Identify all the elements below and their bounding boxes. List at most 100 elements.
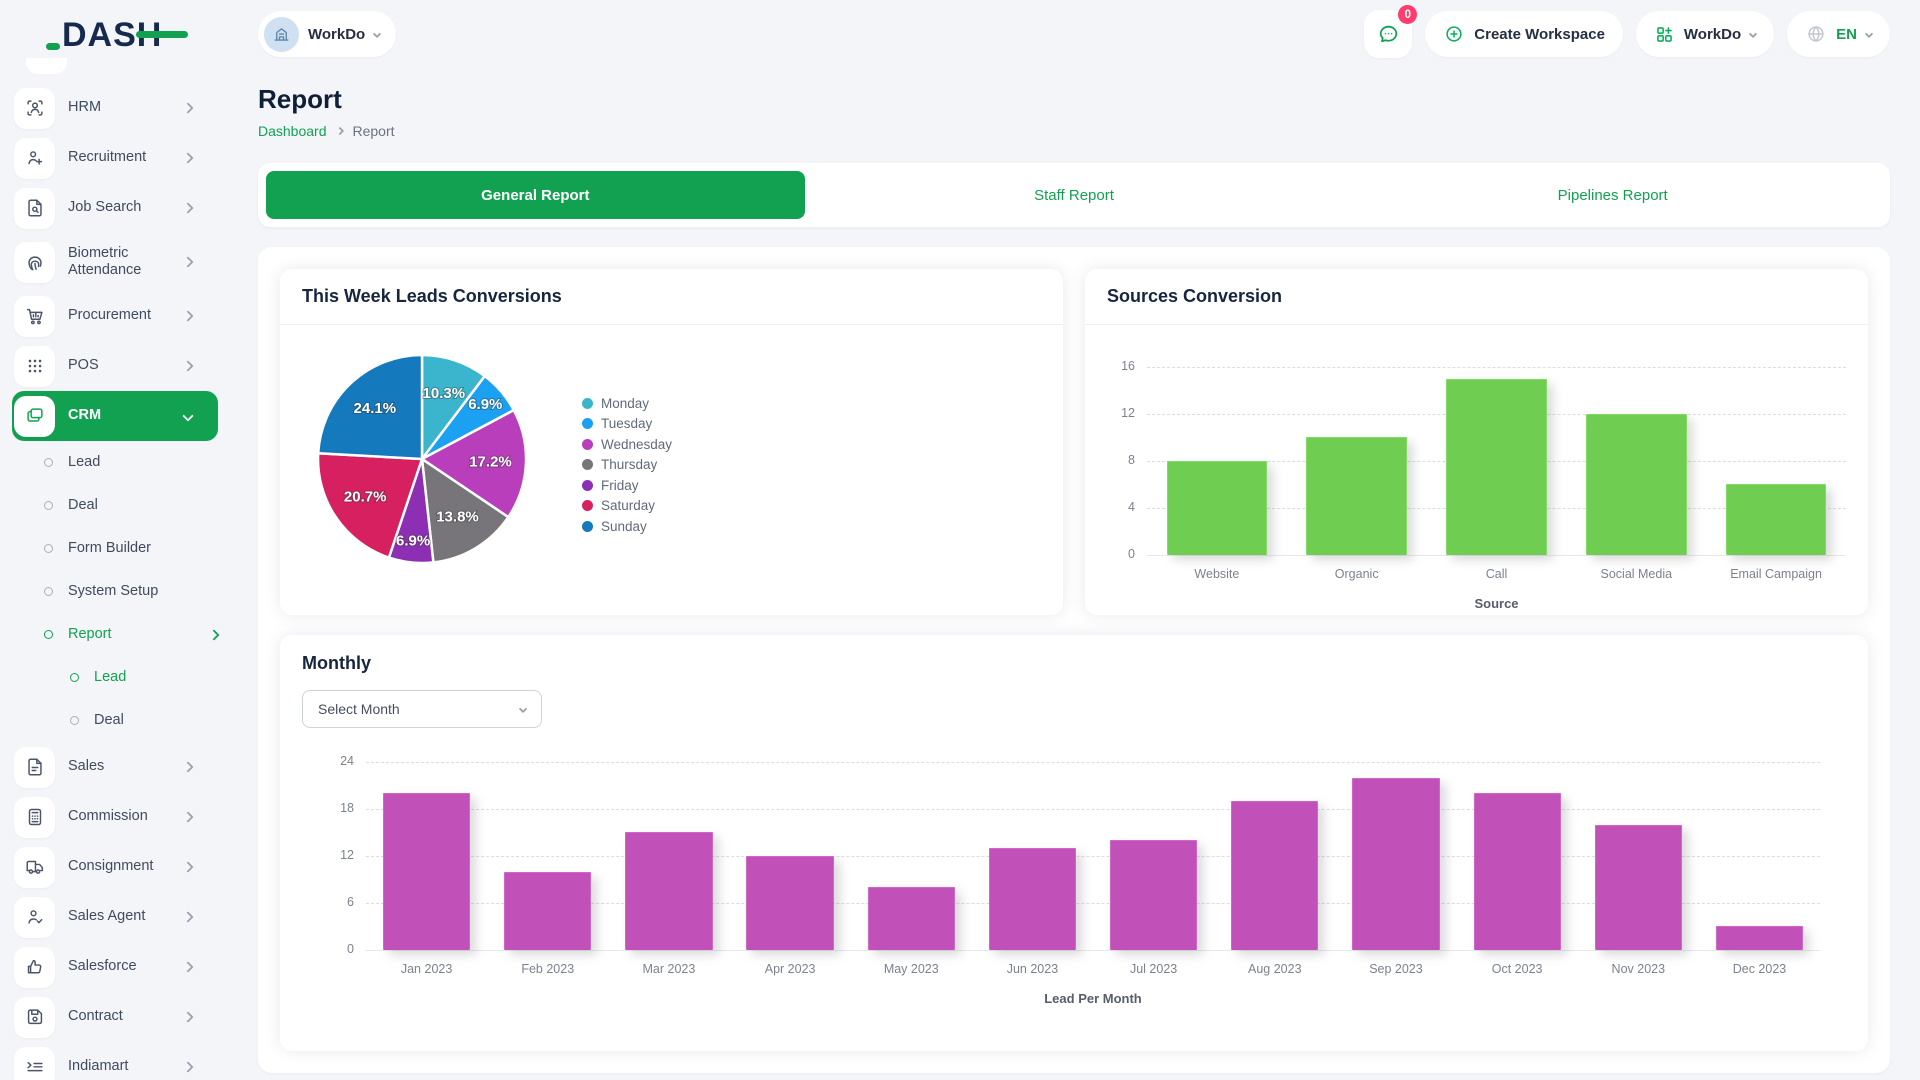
sidebar-item-contract[interactable]: Contract — [12, 992, 218, 1042]
chevron-right-icon — [182, 961, 193, 972]
sidebar-item-label: Biometric Attendance — [68, 245, 184, 280]
y-axis-tick: 4 — [1099, 500, 1135, 514]
tab-staff-report[interactable]: Staff Report — [805, 171, 1344, 219]
sidebar-item-salesforce[interactable]: Salesforce — [12, 942, 218, 992]
bar-social-media — [1586, 414, 1687, 555]
legend-item-monday[interactable]: Monday — [582, 393, 672, 414]
workspace-switcher[interactable]: WorkDo — [258, 11, 396, 57]
x-axis-label: Jan 2023 — [366, 962, 487, 976]
bar-slot — [1566, 367, 1706, 555]
legend-label: Friday — [601, 478, 639, 493]
sidebar-item-indiamart[interactable]: Indiamart — [12, 1042, 218, 1080]
bar-slot — [1214, 762, 1335, 950]
y-axis-tick: 0 — [318, 942, 354, 956]
biometric-icon — [14, 242, 55, 283]
job-search-icon — [14, 188, 55, 229]
sales-agent-icon — [24, 906, 46, 928]
legend-item-tuesday[interactable]: Tuesday — [582, 414, 672, 435]
indiamart-icon — [14, 1047, 55, 1080]
bullet-circle-icon — [44, 501, 53, 510]
tab-general-report[interactable]: General Report — [266, 171, 805, 219]
x-axis-label: Sep 2023 — [1335, 962, 1456, 976]
report-tabs: General Report Staff Report Pipelines Re… — [258, 163, 1890, 227]
month-select[interactable]: Select Month — [302, 690, 542, 728]
workdo-apps-menu[interactable]: WorkDo — [1636, 11, 1774, 57]
chevron-right-icon — [182, 360, 193, 371]
sidebar-item-commission[interactable]: Commission — [12, 792, 218, 842]
sources-conversion-card: Sources Conversion 0481216WebsiteOrganic… — [1085, 269, 1868, 615]
pie-slice-label: 13.8% — [436, 509, 479, 526]
legend-item-thursday[interactable]: Thursday — [582, 455, 672, 476]
legend-item-wednesday[interactable]: Wednesday — [582, 434, 672, 455]
procurement-icon — [24, 305, 46, 327]
tab-pipelines-report[interactable]: Pipelines Report — [1343, 171, 1882, 219]
bar-slot — [1335, 762, 1456, 950]
commission-icon — [24, 806, 46, 828]
sidebar-item-biometric-attendance[interactable]: Biometric Attendance — [12, 233, 218, 291]
x-axis-label: Email Campaign — [1706, 567, 1846, 581]
app-logo[interactable]: DASH — [62, 16, 162, 55]
sidebar-item-job-search[interactable]: Job Search — [12, 183, 218, 233]
legend-dot-icon — [582, 418, 593, 429]
salesforce-icon — [24, 956, 46, 978]
sidebar-subitem-report[interactable]: Report — [12, 613, 218, 656]
sidebar-subitem-deal[interactable]: Deal — [12, 699, 218, 742]
card-header: This Week Leads Conversions — [280, 269, 1063, 325]
crm-icon — [14, 396, 55, 437]
language-selector[interactable]: EN — [1787, 11, 1890, 57]
sidebar-subitem-lead[interactable]: Lead — [12, 656, 218, 699]
sidebar-item-pos[interactable]: POS — [12, 341, 218, 391]
plot-area: 0481216 — [1147, 367, 1846, 555]
bar-nov-2023 — [1595, 825, 1682, 950]
chevron-right-icon — [182, 861, 193, 872]
legend-label: Thursday — [601, 457, 657, 472]
chevron-down-icon — [1749, 30, 1757, 38]
sidebar-subitem-lead[interactable]: Lead — [12, 441, 218, 484]
legend-item-saturday[interactable]: Saturday — [582, 496, 672, 517]
sidebar-item-crm[interactable]: CRM — [12, 391, 218, 441]
card-title: This Week Leads Conversions — [302, 286, 562, 306]
biometric-icon — [24, 251, 46, 273]
hrm-icon — [14, 88, 55, 129]
legend-item-friday[interactable]: Friday — [582, 475, 672, 496]
workspace-name: WorkDo — [308, 26, 365, 43]
bar-slot — [1093, 762, 1214, 950]
sidebar-item-consignment[interactable]: Consignment — [12, 842, 218, 892]
sidebar-item-procurement[interactable]: Procurement — [12, 291, 218, 341]
x-axis-labels: WebsiteOrganicCallSocial MediaEmail Camp… — [1147, 567, 1846, 581]
contract-icon — [24, 1006, 46, 1028]
sidebar-item-hrm[interactable]: HRM — [12, 83, 218, 133]
sidebar-item-label: Report — [68, 626, 210, 643]
pie-chart-area: 10.3%6.9%17.2%13.8%6.9%20.7%24.1% Monday… — [280, 325, 1063, 614]
pie-slice-label: 6.9% — [468, 396, 502, 413]
messages-button[interactable]: 0 — [1364, 10, 1412, 58]
leads-pie-chart: 10.3%6.9%17.2%13.8%6.9%20.7%24.1% — [304, 341, 540, 577]
legend-dot-icon — [582, 480, 593, 491]
breadcrumb-dashboard-link[interactable]: Dashboard — [258, 123, 327, 139]
chat-bubble-icon — [1376, 22, 1401, 47]
sidebar-item-label: Indiamart — [68, 1058, 184, 1075]
bullet-circle-icon — [44, 544, 53, 553]
pie-slice-label: 10.3% — [423, 385, 466, 402]
pie-slice-label: 24.1% — [354, 400, 397, 417]
legend-dot-icon — [582, 459, 593, 470]
sidebar-item-sales[interactable]: Sales — [12, 742, 218, 792]
chevron-right-icon — [182, 761, 193, 772]
gridline — [366, 950, 1820, 951]
sidebar-item-recruitment[interactable]: Recruitment — [12, 133, 218, 183]
sidebar-item-sales-agent[interactable]: Sales Agent — [12, 892, 218, 942]
sidebar-item-label: Lead — [94, 669, 218, 686]
sidebar-subitem-form-builder[interactable]: Form Builder — [12, 527, 218, 570]
bar-jan-2023 — [383, 793, 470, 950]
sidebar-subitem-deal[interactable]: Deal — [12, 484, 218, 527]
plot-area: 06121824 — [366, 762, 1820, 950]
chevron-right-icon — [182, 202, 193, 213]
recruitment-icon — [14, 138, 55, 179]
bar-call — [1446, 379, 1547, 555]
y-axis-tick: 16 — [1099, 359, 1135, 373]
chevron-right-icon — [182, 102, 193, 113]
sidebar-subitem-system-setup[interactable]: System Setup — [12, 570, 218, 613]
bar-slot — [851, 762, 972, 950]
legend-item-sunday[interactable]: Sunday — [582, 516, 672, 537]
create-workspace-button[interactable]: Create Workspace — [1425, 11, 1623, 57]
